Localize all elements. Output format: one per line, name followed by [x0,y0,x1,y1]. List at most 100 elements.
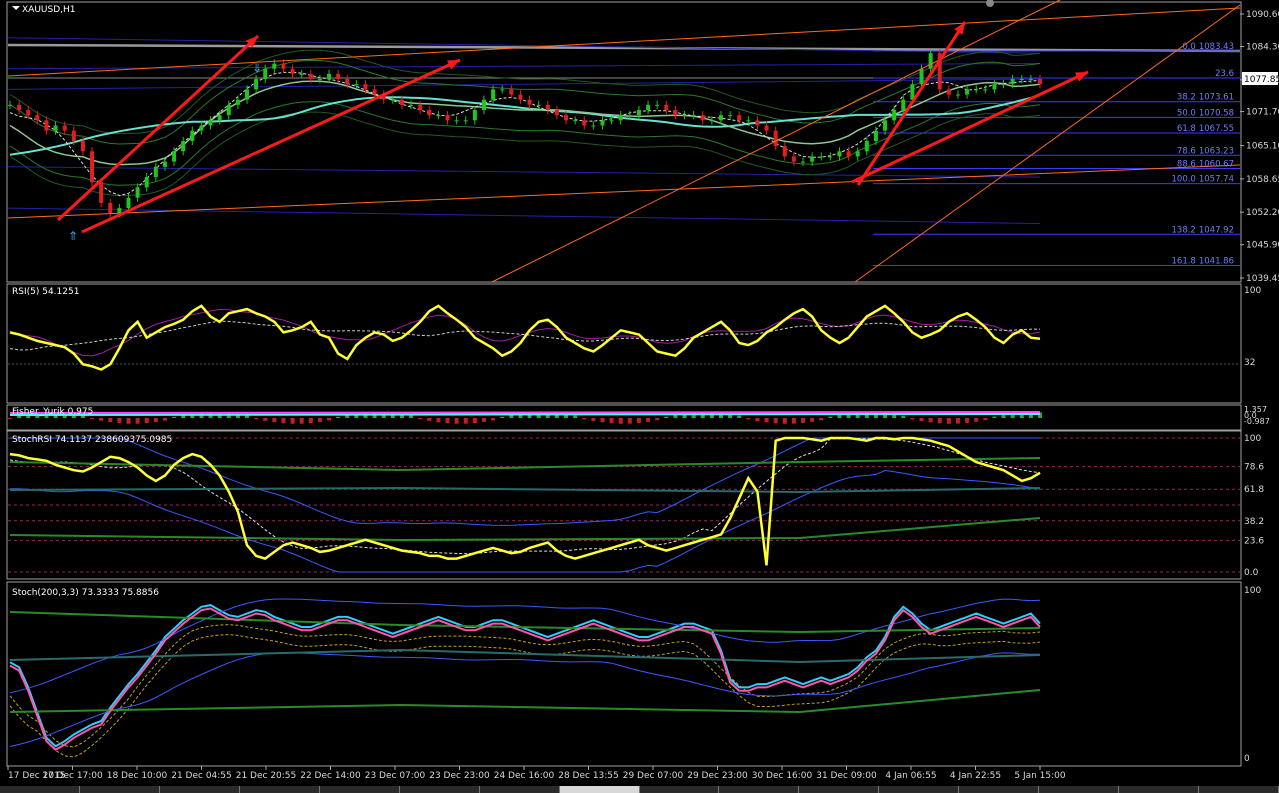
candle-body [80,140,85,152]
candle-body [363,84,368,90]
chart-tab[interactable] [719,786,800,793]
candle-body [518,94,523,100]
candle-body [172,151,177,162]
fisher-bar [272,418,277,423]
fisher-bar [664,416,669,418]
candle-body [35,115,40,121]
fisher-bar [244,415,249,418]
fisher-bar [336,416,341,418]
fisher-bar [773,418,778,424]
fisher-bar [801,418,806,423]
fisher-bar [472,418,477,424]
fisher-bar [582,418,587,420]
fisher-bar [828,416,833,418]
fisher-bar [308,418,313,424]
price-tick-label: 1065.10 [1246,142,1279,152]
fisher-bar [254,418,259,420]
candle-body [1001,84,1006,86]
axis-tick-label: 78.6 [1244,463,1264,473]
chart-tab-bar[interactable] [0,786,1279,793]
fib-level-label: 61.8 1067.55 [1177,124,1234,134]
candle-body [491,89,496,100]
candle-body [682,115,687,117]
candle-body [864,140,869,152]
chart-tab[interactable] [1039,786,1120,793]
candle-body [1028,79,1033,81]
candle-body [500,89,505,91]
axis-tick-label: 61.8 [1244,485,1264,495]
chart-tab[interactable] [239,786,320,793]
fib-level-label: 88.6 1060.67 [1177,159,1234,169]
candle-body [281,63,286,69]
time-tick-label: 21 Dec 04:55 [171,771,232,781]
time-tick-label: 4 Jan 06:55 [885,771,936,781]
fisher-bar [427,418,432,421]
candle-body [162,161,167,167]
candle-body [709,120,714,122]
fisher-bar [746,418,751,420]
fisher-bar [636,418,641,423]
chart-tab[interactable] [159,786,240,793]
fisher-bar [919,418,924,422]
candle-body [691,115,696,117]
candle-body [62,125,67,131]
chart-tab[interactable] [79,786,160,793]
candle-body [472,110,477,121]
fisher-bar [955,418,960,424]
candle-body [700,115,705,121]
candle-body [327,73,332,80]
fisher-bar [646,418,651,422]
chart-tab[interactable] [1119,786,1200,793]
chart-tab[interactable] [879,786,960,793]
time-tick-label: 24 Dec 16:00 [494,771,555,781]
candle-body [673,110,678,116]
price-tick-label: 1071.70 [1246,108,1279,118]
chart-tab[interactable] [799,786,880,793]
fisher-bar [618,418,623,424]
time-tick-label: 29 Dec 07:00 [623,771,684,781]
chart-tab[interactable] [639,786,720,793]
candle-body [536,104,541,106]
candle-body [646,104,651,110]
fisher-bar [627,418,632,424]
candle-body [199,125,204,131]
candle-body [582,120,587,126]
axis-tick-label: 100 [1244,434,1261,444]
chart-tab[interactable] [479,786,560,793]
candle-body [99,182,104,203]
time-tick-label: 21 Dec 20:55 [236,771,297,781]
candle-body [390,99,395,101]
fisher-bar [299,418,304,424]
candle-body [955,94,960,96]
fisher-bar [445,418,450,424]
candle-body [181,140,186,152]
fisher-bar [992,416,997,418]
fisher-bar [172,416,177,418]
chart-tab[interactable] [319,786,400,793]
candle-body [299,73,304,75]
fisher-bar [837,414,842,418]
trading-chart[interactable]: ⇑ ⇓ 1090.60 1084.30 1077.85 1071.70 1065.10 10… [0,0,1279,793]
fisher-bar [901,415,906,418]
candle-body [17,104,22,110]
chart-tab[interactable] [559,786,640,793]
current-price-label: 1077.85 [1244,75,1279,85]
candle-body [90,151,95,183]
price-tick-label: 1090.60 [1246,10,1279,20]
candle-body [226,104,231,116]
candle-body [308,73,313,80]
chart-tab[interactable] [1199,786,1279,793]
chart-tab[interactable] [0,786,80,793]
candle-body [782,146,787,157]
candle-body [418,104,423,110]
fisher-bar [327,418,332,421]
chart-tab[interactable] [959,786,1040,793]
price-tick-label: 1045.90 [1246,241,1279,251]
time-tick-label: 28 Dec 13:55 [558,771,619,781]
candle-body [409,104,414,106]
candle-body [965,89,970,95]
candle-body [737,115,742,121]
fib-level-label: 23.6 [1215,69,1234,79]
time-tick-label: 18 Dec 10:00 [107,771,168,781]
chart-tab[interactable] [399,786,480,793]
